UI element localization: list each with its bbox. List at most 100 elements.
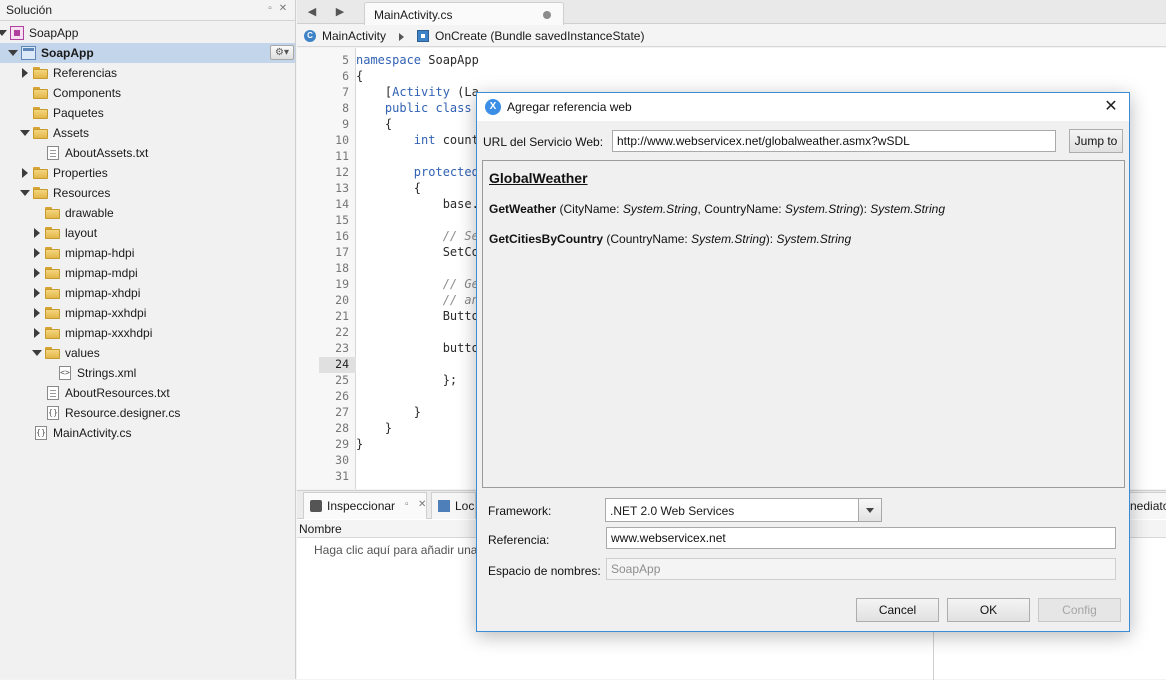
ok-button[interactable]: OK xyxy=(947,598,1030,622)
expand-arrow-icon[interactable] xyxy=(32,350,42,356)
folder-icon xyxy=(45,207,60,219)
tree-item-components[interactable]: Components xyxy=(0,83,295,103)
expand-arrow-icon[interactable] xyxy=(8,50,18,56)
folder-icon xyxy=(45,247,60,259)
namespace-input: SoapApp xyxy=(606,558,1116,580)
line-number-gutter: 5 6 7 8 9 10 11 12 13 14 15 16 17 18 19 20 21 22 23 24 25 26 2… xyxy=(297,48,356,489)
tab-immediate-label: nediato xyxy=(1130,499,1166,513)
collapse-arrow-icon[interactable] xyxy=(34,288,40,298)
solution-icon xyxy=(10,26,24,40)
tree-item-label: Resource.designer.cs xyxy=(65,406,181,420)
nav-forward-icon[interactable]: ▶ xyxy=(330,4,350,20)
tree-item-label: Paquetes xyxy=(53,106,104,120)
dialog-titlebar: X Agregar referencia web ✕ xyxy=(477,93,1129,121)
tree-item-mipmap-xhdpi[interactable]: mipmap-xhdpi xyxy=(0,283,295,303)
tree-item-resources[interactable]: Resources xyxy=(0,183,295,203)
breadcrumb-method[interactable]: OnCreate (Bundle savedInstanceState) xyxy=(435,29,644,43)
collapse-arrow-icon[interactable] xyxy=(34,268,40,278)
folder-icon xyxy=(33,167,48,179)
expand-arrow-icon[interactable] xyxy=(20,190,30,196)
tree-item-properties[interactable]: Properties xyxy=(0,163,295,183)
minimize-pad-icon[interactable]: ▫ xyxy=(264,3,276,15)
close-icon[interactable]: ✕ xyxy=(1101,97,1121,117)
tree-item-layout[interactable]: layout xyxy=(0,223,295,243)
framework-select[interactable]: .NET 2.0 Web Services xyxy=(605,498,882,522)
code-line: // an xyxy=(356,293,479,307)
gear-icon[interactable]: ⚙▾ xyxy=(270,45,294,60)
nav-back-icon[interactable]: ◀ xyxy=(302,4,322,20)
line-number: 5 xyxy=(342,53,349,67)
expand-arrow-icon[interactable] xyxy=(0,30,7,36)
tree-item-assets[interactable]: Assets xyxy=(0,123,295,143)
tree-item-mipmap-xxhdpi[interactable]: mipmap-xxhdpi xyxy=(0,303,295,323)
tree-item-mipmap-xxxhdpi[interactable]: mipmap-xxxhdpi xyxy=(0,323,295,343)
column-name-header[interactable]: Nombre xyxy=(299,522,342,536)
collapse-arrow-icon[interactable] xyxy=(34,248,40,258)
breadcrumb-separator-icon xyxy=(399,33,404,41)
collapse-arrow-icon[interactable] xyxy=(34,328,40,338)
wsdl-description-pane: GlobalWeather GetWeather (CityName: Syst… xyxy=(482,160,1125,488)
line-number: 19 xyxy=(335,277,349,291)
line-number: 17 xyxy=(335,245,349,259)
tree-item-label: SoapApp xyxy=(41,46,94,60)
framework-selected-value: .NET 2.0 Web Services xyxy=(610,504,735,518)
xamarin-icon: X xyxy=(485,99,501,115)
line-number: 8 xyxy=(342,101,349,115)
tree-item-solution[interactable]: SoapApp xyxy=(0,23,295,43)
collapse-arrow-icon[interactable] xyxy=(22,168,28,178)
folder-icon xyxy=(33,87,48,99)
tree-item-strings-xml[interactable]: <> Strings.xml xyxy=(0,363,295,383)
cancel-button[interactable]: Cancel xyxy=(856,598,939,622)
add-watch-hint[interactable]: Haga clic aquí para añadir una xyxy=(314,543,477,557)
tree-item-label: layout xyxy=(65,226,98,240)
tree-item-project[interactable]: SoapApp ⚙▾ xyxy=(0,43,295,63)
service-name: GlobalWeather xyxy=(489,170,588,186)
breadcrumb-class[interactable]: MainActivity xyxy=(322,29,386,43)
code-line: int count xyxy=(413,133,479,147)
line-number: 24 xyxy=(335,357,349,371)
tab-inspect[interactable]: Inspeccionar ▫ ✕ xyxy=(303,492,427,519)
tree-item-label: mipmap-hdpi xyxy=(65,246,135,260)
jump-to-button[interactable]: Jump to xyxy=(1069,129,1123,153)
reference-input[interactable]: www.webservicex.net xyxy=(606,527,1116,549)
tab-mainactivity[interactable]: MainActivity.cs xyxy=(364,2,564,25)
line-number: 11 xyxy=(335,149,349,163)
collapse-arrow-icon[interactable] xyxy=(34,308,40,318)
minimize-pad-icon[interactable]: ▫ xyxy=(405,499,409,510)
expand-arrow-icon[interactable] xyxy=(20,130,30,136)
close-pad-icon[interactable]: ✕ xyxy=(418,499,426,510)
chevron-down-icon[interactable] xyxy=(858,499,881,521)
line-number: 26 xyxy=(335,389,349,403)
csharp-file-icon: {} xyxy=(47,406,59,420)
class-icon: C xyxy=(304,30,316,42)
tree-item-label: Referencias xyxy=(53,66,118,80)
close-pad-icon[interactable]: ✕ xyxy=(277,3,289,15)
framework-label: Framework: xyxy=(488,504,552,518)
code-line: }; xyxy=(356,373,458,387)
folder-icon xyxy=(45,287,60,299)
xml-file-icon: <> xyxy=(59,366,71,380)
tree-item-mipmap-mdpi[interactable]: mipmap-mdpi xyxy=(0,263,295,283)
solution-pad-header: Solución ▫ ✕ xyxy=(0,0,295,21)
collapse-arrow-icon[interactable] xyxy=(34,228,40,238)
tree-item-aboutresources[interactable]: AboutResources.txt xyxy=(0,383,295,403)
tree-item-label: Properties xyxy=(53,166,108,180)
folder-icon xyxy=(45,327,60,339)
code-line: { xyxy=(356,117,393,131)
tab-locals[interactable]: Loc xyxy=(431,492,476,519)
code-line: // Ge xyxy=(356,277,479,291)
solution-pad-title: Solución xyxy=(6,3,53,17)
tree-item-mainactivity[interactable]: {} MainActivity.cs xyxy=(0,423,295,443)
collapse-arrow-icon[interactable] xyxy=(22,68,28,78)
tree-item-values[interactable]: values xyxy=(0,343,295,363)
tree-item-packages[interactable]: Paquetes xyxy=(0,103,295,123)
tree-item-resource-designer[interactable]: {} Resource.designer.cs xyxy=(0,403,295,423)
url-input[interactable]: http://www.webservicex.net/globalweather… xyxy=(612,130,1056,152)
tree-item-aboutassets[interactable]: AboutAssets.txt xyxy=(0,143,295,163)
tree-item-references[interactable]: Referencias xyxy=(0,63,295,83)
tree-item-label: mipmap-xhdpi xyxy=(65,286,141,300)
tree-item-mipmap-hdpi[interactable]: mipmap-hdpi xyxy=(0,243,295,263)
close-tab-icon[interactable] xyxy=(543,11,551,19)
tree-item-drawable[interactable]: drawable xyxy=(0,203,295,223)
code-line: { xyxy=(356,181,422,195)
